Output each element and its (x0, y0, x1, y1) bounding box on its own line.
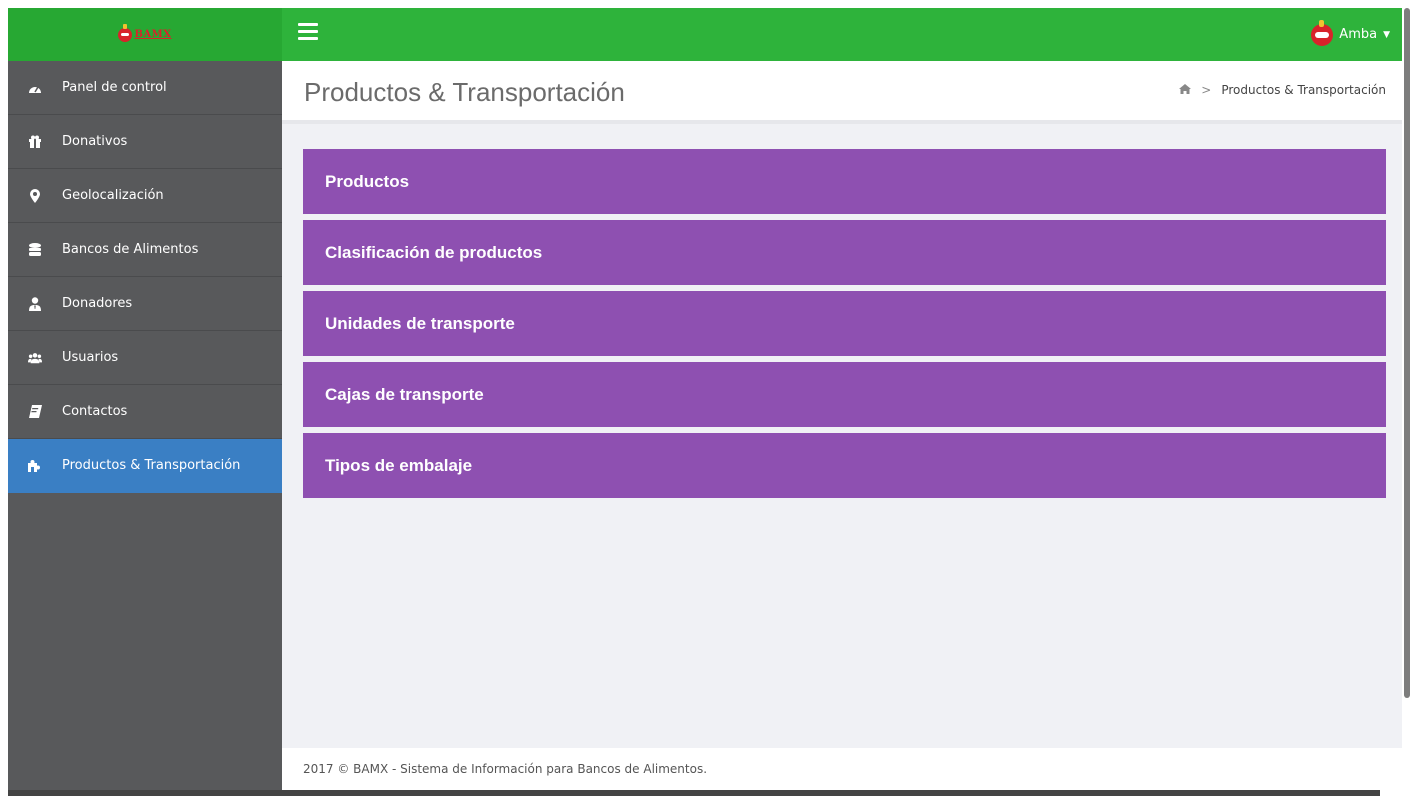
footer: 2017 © BAMX - Sistema de Información par… (282, 748, 1402, 790)
menu-toggle-icon[interactable] (298, 23, 318, 43)
sidebar-item-usuarios[interactable]: Usuarios (8, 331, 282, 385)
brand-logo: BAMX (118, 23, 172, 42)
sidebar-item-productos-transportacion[interactable]: Productos & Transportación (8, 439, 282, 493)
breadcrumb-separator: > (1201, 83, 1212, 97)
brand-text: BAMX (134, 29, 172, 40)
sidebar-item-label: Donativos (62, 134, 128, 149)
user-tie-icon (28, 296, 42, 311)
users-icon (28, 351, 42, 365)
tile-clasificacion-de-productos[interactable]: Clasificación de productos (303, 220, 1386, 285)
bottom-border (8, 790, 1380, 796)
caret-down-icon: ▼ (1383, 29, 1390, 40)
breadcrumb: > Productos & Transportación (1179, 83, 1386, 97)
puzzle-icon (28, 459, 42, 473)
title-bar: Productos & Transportación > Productos &… (282, 61, 1402, 124)
sidebar-item-label: Contactos (62, 404, 128, 419)
top-strip (0, 0, 1413, 8)
sidebar: Panel de control Donativos Geolocalizaci… (8, 61, 282, 796)
vertical-scrollbar[interactable] (1404, 8, 1410, 698)
tiles-list: Productos Clasificación de productos Uni… (303, 149, 1386, 504)
breadcrumb-current: Productos & Transportación (1221, 83, 1386, 97)
user-name: Amba (1339, 27, 1378, 42)
database-icon (28, 242, 42, 257)
gift-icon (28, 135, 42, 149)
sidebar-item-contactos[interactable]: Contactos (8, 385, 282, 439)
sidebar-item-donativos[interactable]: Donativos (8, 115, 282, 169)
tile-cajas-de-transporte[interactable]: Cajas de transporte (303, 362, 1386, 427)
user-menu[interactable]: Amba ▼ (1311, 8, 1390, 61)
tile-productos[interactable]: Productos (303, 149, 1386, 214)
page-title: Productos & Transportación (304, 77, 625, 107)
sidebar-item-label: Geolocalización (62, 188, 164, 203)
top-header: BAMX Amba ▼ (8, 8, 1402, 61)
apple-logo-icon (118, 23, 133, 42)
address-book-icon (28, 405, 42, 419)
sidebar-item-geolocalizacion[interactable]: Geolocalización (8, 169, 282, 223)
footer-text: 2017 © BAMX - Sistema de Información par… (303, 762, 708, 776)
tachometer-icon (28, 81, 42, 95)
user-avatar-icon (1311, 19, 1334, 46)
sidebar-item-panel-de-control[interactable]: Panel de control (8, 61, 282, 115)
sidebar-item-label: Bancos de Alimentos (62, 242, 199, 257)
main-content: Productos & Transportación > Productos &… (282, 61, 1402, 748)
sidebar-item-donadores[interactable]: Donadores (8, 277, 282, 331)
tile-tipos-de-embalaje[interactable]: Tipos de embalaje (303, 433, 1386, 498)
sidebar-item-bancos-de-alimentos[interactable]: Bancos de Alimentos (8, 223, 282, 277)
map-marker-icon (28, 188, 42, 203)
brand[interactable]: BAMX (8, 8, 282, 61)
sidebar-item-label: Usuarios (62, 350, 119, 365)
home-icon[interactable] (1179, 83, 1192, 97)
tile-unidades-de-transporte[interactable]: Unidades de transporte (303, 291, 1386, 356)
sidebar-item-label: Donadores (62, 296, 133, 311)
sidebar-item-label: Panel de control (62, 80, 167, 95)
sidebar-item-label: Productos & Transportación (62, 458, 241, 473)
